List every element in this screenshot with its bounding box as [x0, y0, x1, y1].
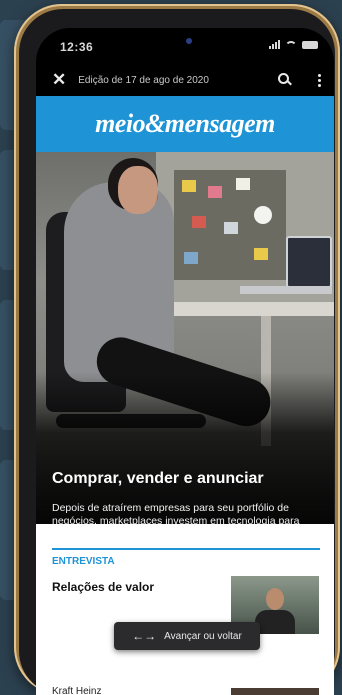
- status-icons: [269, 40, 318, 49]
- swap-horizontal-icon: ←→: [132, 629, 157, 643]
- hero-summary: Depois de atraírem empresas para seu por…: [52, 502, 300, 524]
- hero-note: [224, 222, 238, 234]
- hero-note: [208, 186, 222, 198]
- hero-note: [254, 248, 268, 260]
- hero-note: [184, 252, 198, 264]
- more-vert-icon[interactable]: [314, 73, 324, 87]
- toast-label: Avançar ou voltar: [164, 630, 242, 642]
- hero-laptop-base: [240, 286, 332, 294]
- navigation-hint-toast: ←→ Avançar ou voltar: [114, 622, 260, 650]
- brand-header: meio&mensagem: [36, 96, 334, 152]
- hero-title[interactable]: Comprar, vender e anunciar: [52, 470, 312, 488]
- hero-person-face: [118, 166, 158, 214]
- article-title[interactable]: Relações de valor: [52, 580, 154, 594]
- article-title[interactable]: Kraft Heinz: [52, 686, 101, 695]
- article-thumbnail[interactable]: [231, 688, 319, 695]
- section-label: ENTREVISTA: [52, 556, 115, 567]
- wifi-icon: [285, 40, 297, 49]
- article-list: ENTREVISTA Relações de valor Kraft Heinz: [36, 524, 334, 695]
- status-time: 12:36: [60, 40, 94, 54]
- hero-desk: [166, 302, 334, 316]
- section-divider: [52, 548, 320, 550]
- signal-icon: [269, 40, 280, 49]
- close-icon[interactable]: ✕: [52, 70, 66, 90]
- hero-lamp: [254, 206, 272, 224]
- reader-top-bar: ✕ Edição de 17 de ago de 2020: [36, 64, 334, 96]
- search-icon[interactable]: [274, 69, 296, 91]
- edition-label: Edição de 17 de ago de 2020: [78, 74, 209, 86]
- hero-note: [236, 178, 250, 190]
- status-bar: 12:36: [36, 28, 334, 64]
- hero-laptop: [286, 236, 332, 288]
- app-screen: 12:36 ✕ Edição de 17 de ago de 2020 meio…: [36, 28, 334, 695]
- hero-note: [182, 180, 196, 192]
- battery-icon: [302, 40, 318, 49]
- brand-logo: meio&mensagem: [95, 109, 275, 138]
- front-camera: [186, 38, 192, 44]
- hero-note: [192, 216, 206, 228]
- hero-article[interactable]: Comprar, vender e anunciar Depois de atr…: [36, 152, 334, 524]
